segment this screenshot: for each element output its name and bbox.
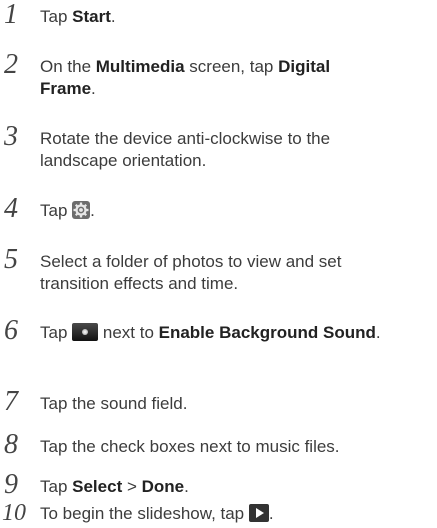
step-number: 8 [4, 429, 18, 460]
step-number: 10 [2, 500, 26, 526]
step-text: Tap . [40, 201, 95, 220]
step-text: Select a folder of photos to view and se… [40, 252, 342, 293]
step-text: Rotate the device anti-clockwise to the … [40, 129, 331, 170]
step-number: 1 [4, 0, 18, 30]
step-text: Tap next to Enable Background Sound. [40, 323, 381, 342]
sound-toggle-icon [72, 323, 99, 341]
step-text: Tap Select > Done. [40, 477, 189, 496]
step-number: 2 [4, 49, 18, 80]
step-text: To begin the slideshow, tap . [40, 504, 274, 523]
step-number: 6 [4, 315, 18, 346]
step-text: Tap the check boxes next to music files. [40, 437, 340, 456]
step-text: Tap the sound field. [40, 394, 188, 413]
step-number: 9 [4, 469, 18, 500]
instruction-steps: 1 Tap Start. 2 On the Multimedia screen,… [0, 0, 437, 526]
settings-gear-icon [72, 201, 91, 219]
step-text: Tap Start. [40, 7, 116, 26]
play-icon [248, 504, 269, 522]
step-text: On the Multimedia screen, tap Digital Fr… [40, 57, 331, 98]
step-number: 4 [4, 193, 18, 224]
step-number: 5 [4, 244, 18, 275]
step-number: 3 [4, 121, 18, 152]
step-number: 7 [4, 386, 18, 417]
